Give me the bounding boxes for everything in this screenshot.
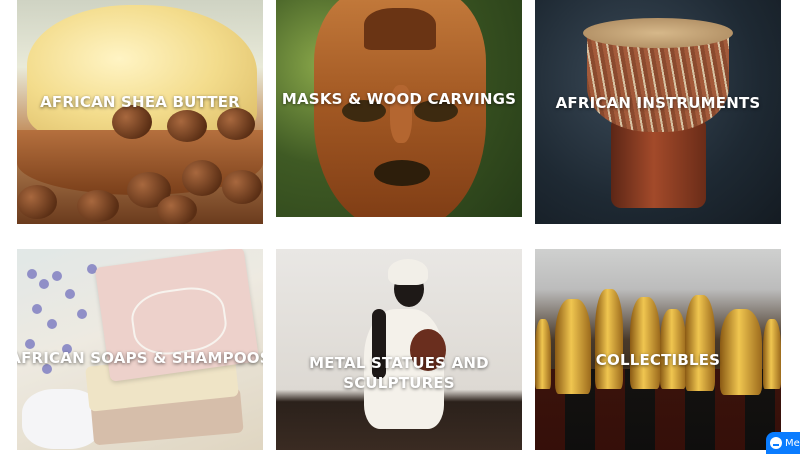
mask-image (276, 0, 522, 217)
category-tile-instruments[interactable]: AFRICAN INSTRUMENTS (535, 0, 781, 224)
category-label: METAL STATUES AND SCULPTURES (309, 353, 489, 392)
messenger-icon (770, 437, 782, 449)
category-tile-shea-butter[interactable]: AFRICAN SHEA BUTTER (17, 0, 263, 224)
statue-image (276, 249, 522, 450)
category-label: AFRICAN SHEA BUTTER (40, 93, 240, 111)
category-tile-statues[interactable]: METAL STATUES AND SCULPTURES (276, 249, 522, 450)
category-tile-soaps[interactable]: AFRICAN SOAPS & SHAMPOOS (17, 249, 263, 450)
messenger-chat-button[interactable]: Mes (766, 432, 800, 454)
shea-butter-image (17, 0, 263, 224)
category-tile-collectibles[interactable]: COLLECTIBLES (535, 249, 781, 450)
messenger-label: Mes (785, 437, 800, 449)
category-label: AFRICAN INSTRUMENTS (555, 94, 761, 112)
category-tile-masks[interactable]: MASKS & WOOD CARVINGS (276, 0, 522, 217)
category-label: MASKS & WOOD CARVINGS (281, 89, 517, 108)
category-label: COLLECTIBLES (595, 350, 721, 369)
category-label: AFRICAN SOAPS & SHAMPOOS (17, 348, 263, 367)
